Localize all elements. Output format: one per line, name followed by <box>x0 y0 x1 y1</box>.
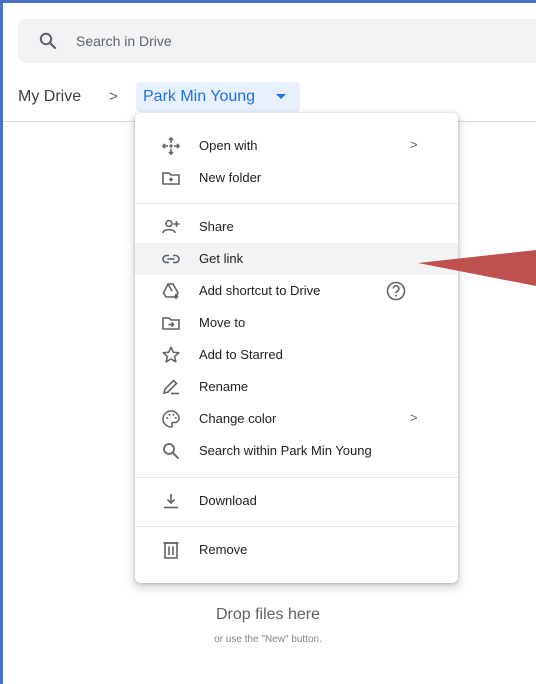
context-menu: Open with > New folder Share Get link Ad… <box>135 113 458 583</box>
menu-item-share[interactable]: Share <box>135 211 458 243</box>
menu-item-move-to[interactable]: Move to <box>135 307 458 339</box>
caret-down-icon <box>276 94 286 100</box>
open-with-icon <box>161 136 181 156</box>
menu-item-label: Change color <box>199 411 277 426</box>
menu-item-label: Search within Park Min Young <box>199 443 372 458</box>
move-to-icon <box>161 313 181 333</box>
menu-item-remove[interactable]: Remove <box>135 534 458 566</box>
star-icon <box>161 345 181 365</box>
menu-divider <box>135 203 458 204</box>
current-folder-label: Park Min Young <box>143 88 256 105</box>
menu-item-label: New folder <box>199 170 262 185</box>
chevron-right-icon: > <box>410 410 418 425</box>
breadcrumb-separator: > <box>109 88 118 105</box>
menu-item-get-link[interactable]: Get link <box>135 243 458 275</box>
search-input[interactable]: Search in Drive <box>76 33 172 49</box>
menu-item-label: Add shortcut to Drive <box>199 283 321 298</box>
search-icon <box>161 441 181 461</box>
menu-item-open-with[interactable]: Open with > <box>135 130 458 162</box>
menu-divider <box>135 477 458 478</box>
menu-item-label: Move to <box>199 315 246 330</box>
drop-zone-subtitle: or use the "New" button. <box>214 634 322 645</box>
menu-item-search-within[interactable]: Search within Park Min Young <box>135 435 458 467</box>
drop-zone-title: Drop files here <box>215 606 321 623</box>
menu-item-change-color[interactable]: Change color > <box>135 403 458 435</box>
search-icon[interactable] <box>38 31 58 51</box>
link-icon <box>161 249 181 269</box>
new-folder-icon <box>161 168 181 188</box>
add-shortcut-icon <box>161 281 181 301</box>
menu-item-download[interactable]: Download <box>135 485 458 517</box>
rename-icon <box>161 377 181 397</box>
breadcrumb-my-drive[interactable]: My Drive <box>18 88 81 106</box>
share-icon <box>161 217 181 237</box>
menu-item-add-to-starred[interactable]: Add to Starred <box>135 339 458 371</box>
menu-item-add-shortcut[interactable]: Add shortcut to Drive <box>135 275 458 307</box>
menu-divider <box>135 526 458 527</box>
menu-item-label: Download <box>199 493 257 508</box>
breadcrumb-current-folder[interactable]: Park Min Young <box>136 82 300 112</box>
menu-item-label: Get link <box>199 251 244 266</box>
menu-item-new-folder[interactable]: New folder <box>135 162 458 194</box>
menu-item-label: Share <box>199 219 234 234</box>
chevron-right-icon: > <box>410 137 418 152</box>
menu-item-rename[interactable]: Rename <box>135 371 458 403</box>
menu-item-label: Open with <box>199 138 258 153</box>
menu-item-label: Rename <box>199 379 249 394</box>
download-icon <box>161 491 181 511</box>
search-bar[interactable]: Search in Drive <box>18 19 536 63</box>
help-icon[interactable] <box>385 280 407 302</box>
palette-icon <box>161 409 181 429</box>
menu-item-label: Remove <box>199 542 248 557</box>
menu-item-label: Add to Starred <box>199 347 283 362</box>
annotation-arrow-icon <box>418 236 536 286</box>
trash-icon <box>161 540 181 560</box>
